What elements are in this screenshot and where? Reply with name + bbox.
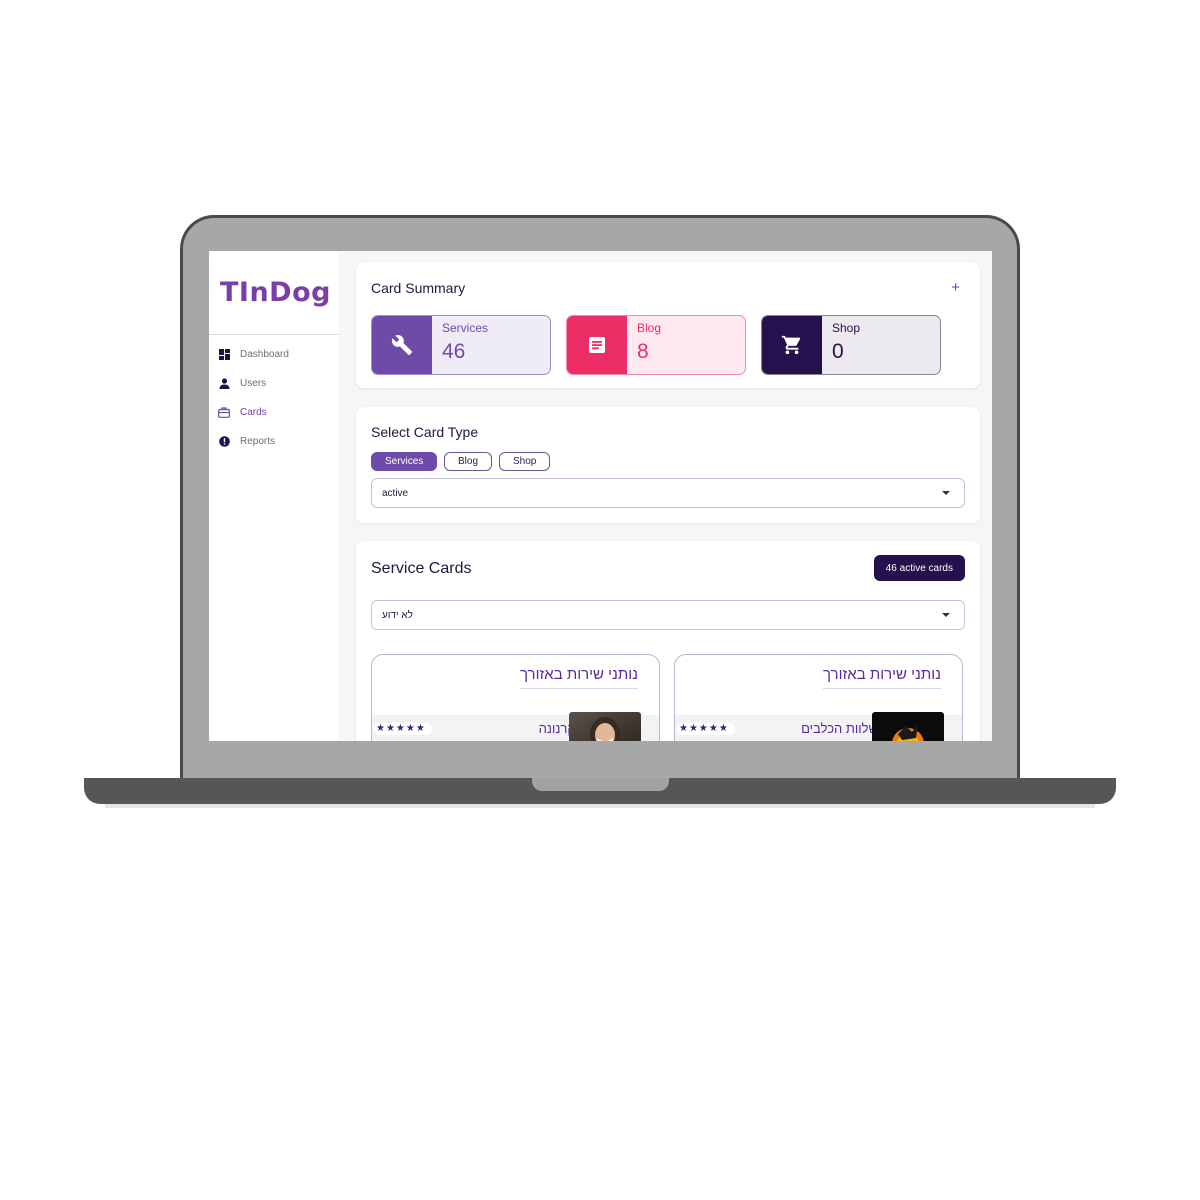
sidebar-item-label: Dashboard	[240, 348, 289, 360]
stat-card-shop[interactable]: Shop 0	[761, 315, 941, 375]
sidebar-item-reports[interactable]: Reports	[218, 431, 336, 451]
laptop-shadow	[105, 804, 1095, 808]
service-cards-panel: Service Cards 46 active cards לא ידוע נו…	[356, 541, 980, 741]
cart-icon	[762, 316, 822, 374]
alert-icon	[218, 435, 230, 447]
card-summary-title: Card Summary	[371, 280, 466, 296]
chevron-down-icon	[942, 613, 950, 617]
provider-name[interactable]: שלוות הכלבים	[801, 721, 878, 736]
app-screen: TInDog Dashboard Users Cards Reports Car…	[209, 251, 992, 741]
filter-select[interactable]: לא ידוע	[371, 600, 965, 630]
stat-label: Services	[442, 321, 489, 335]
service-card-heading: נותני שירות באזורך	[822, 666, 941, 689]
sidebar-item-dashboard[interactable]: Dashboard	[218, 344, 336, 364]
add-card-button[interactable]: +	[951, 280, 960, 295]
stat-value: 46	[442, 340, 466, 363]
chevron-down-icon	[942, 491, 950, 495]
sidebar-item-cards[interactable]: Cards	[218, 402, 336, 422]
sidebar-item-label: Reports	[240, 435, 276, 447]
stat-card-services[interactable]: Services 46	[371, 315, 551, 375]
laptop-notch	[532, 778, 669, 791]
sidebar: TInDog Dashboard Users Cards Reports	[209, 251, 339, 741]
stat-card-blog[interactable]: Blog 8	[566, 315, 746, 375]
dashboard-icon	[218, 348, 230, 360]
sidebar-item-label: Cards	[240, 406, 267, 418]
chip-services[interactable]: Services	[371, 452, 438, 471]
active-cards-badge[interactable]: 46 active cards	[873, 555, 965, 581]
stat-label: Blog	[637, 321, 662, 335]
select-card-type-panel: Select Card Type Services Blog Shop acti…	[356, 407, 980, 523]
user-icon	[218, 377, 230, 389]
status-select[interactable]: active	[371, 478, 965, 508]
chip-blog[interactable]: Blog	[444, 452, 493, 471]
stat-value: 0	[832, 340, 844, 363]
provider-logo	[872, 712, 944, 741]
service-card[interactable]: נותני שירות באזורך ★★★★★ שלוות הכלבים	[674, 654, 963, 741]
provider-photo	[569, 712, 641, 741]
wrench-icon	[372, 316, 432, 374]
service-cards-title: Service Cards	[371, 560, 472, 577]
rating-stars: ★★★★★	[374, 723, 432, 735]
service-card-heading: נותני שירות באזורך	[519, 666, 638, 689]
service-card[interactable]: נותני שירות באזורך ★★★★★ קרנונה	[371, 654, 660, 741]
article-icon	[567, 316, 627, 374]
cards-icon	[218, 406, 230, 418]
filter-select-value: לא ידוע	[382, 609, 413, 621]
rating-stars: ★★★★★	[677, 723, 735, 735]
stat-value: 8	[637, 340, 649, 363]
select-card-type-title: Select Card Type	[371, 424, 479, 440]
chip-shop[interactable]: Shop	[499, 452, 551, 471]
stat-label: Shop	[832, 321, 861, 335]
card-summary-panel: Card Summary + Services 46 Blog 8 Shop 0	[356, 262, 980, 388]
sidebar-divider	[209, 334, 339, 335]
sidebar-item-users[interactable]: Users	[218, 373, 336, 393]
brand-logo[interactable]: TInDog	[220, 277, 331, 308]
status-select-value: active	[382, 487, 409, 499]
sidebar-item-label: Users	[240, 377, 267, 389]
